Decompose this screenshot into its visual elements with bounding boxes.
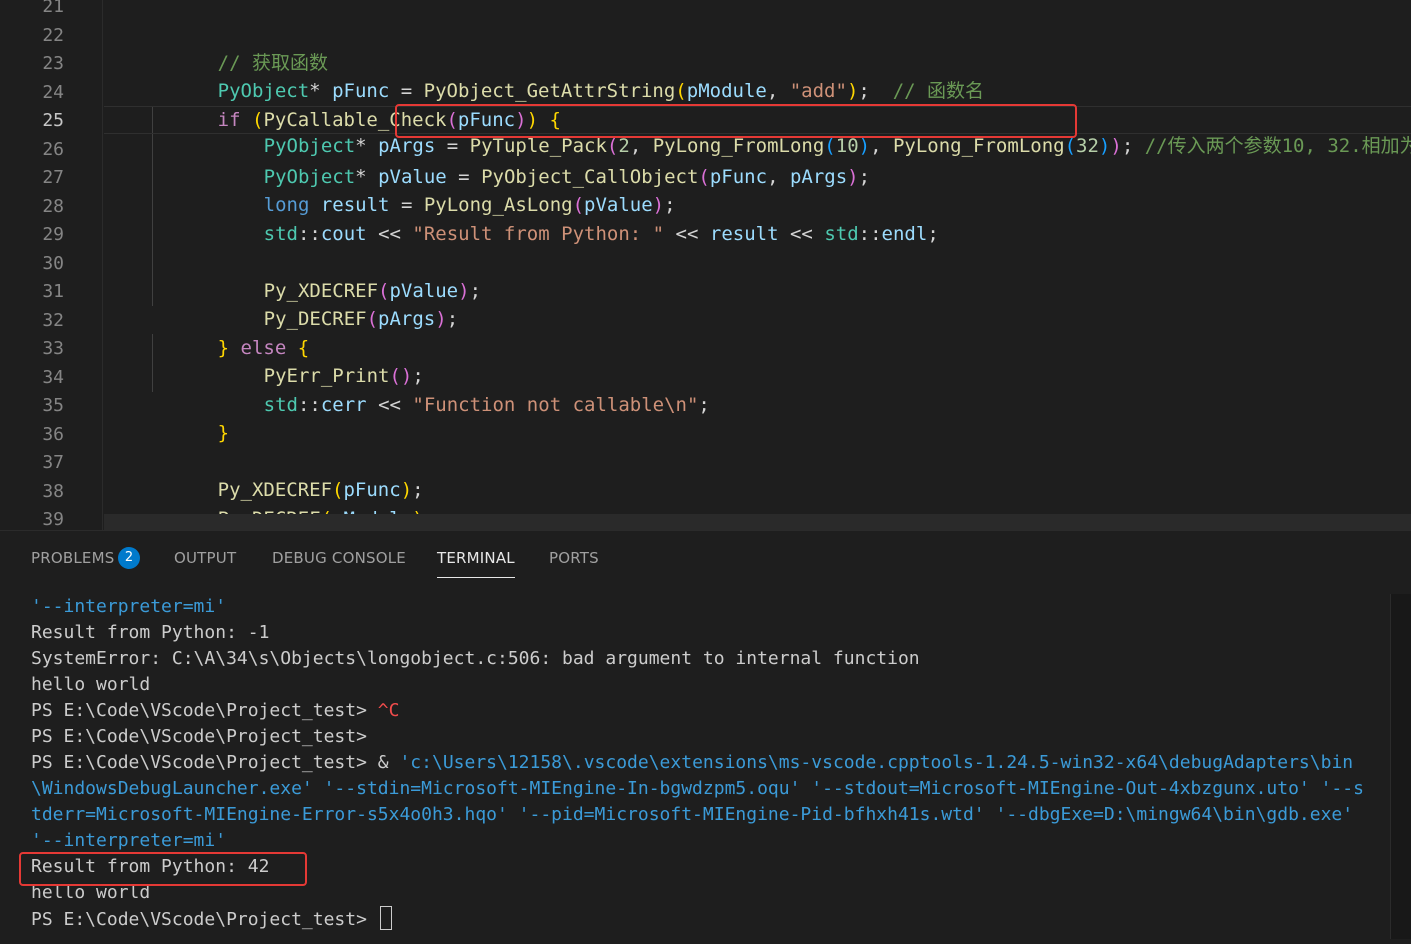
line-number: 33 (42, 338, 64, 359)
terminal-text: SystemError: C:\A\34\s\Objects\longobjec… (31, 648, 920, 669)
code-line-24: if (PyCallable_Check(pFunc)) { (217, 109, 561, 131)
code-line-31: Py_DECREF(pArgs); (263, 308, 459, 330)
code-line-22: // 获取函数 (104, 21, 1411, 74)
code-line-28: std::cout << "Result from Python: " << r… (263, 223, 939, 245)
line-number: 23 (42, 53, 64, 74)
terminal-line: Result from Python: 42 (31, 854, 269, 880)
code-line-25: PyObject* pArgs = PyTuple_Pack(2, PyLong… (104, 106, 1411, 157)
code-token: std (263, 223, 298, 245)
tab-ports[interactable]: PORTS (549, 549, 599, 567)
code-token: cout (320, 223, 367, 245)
line-number: 27 (42, 167, 64, 188)
terminal-text: tderr=Microsoft-MIEngine-Error-s5x4o0h3.… (31, 804, 1354, 825)
terminal-scrollbar[interactable] (1390, 594, 1411, 939)
active-tab-indicator (437, 577, 515, 578)
code-token: result (709, 223, 779, 245)
code-line-33: PyErr_Print(); (263, 365, 424, 387)
code-area[interactable]: // 获取函数 PyObject* pFunc = PyObject_GetAt… (104, 0, 1411, 530)
terminal-text: '--interpreter=mi' (31, 596, 227, 617)
terminal-operator: & (366, 752, 400, 773)
code-token: :: (297, 223, 321, 245)
line-number: 30 (42, 252, 64, 274)
line-number: 21 (42, 0, 64, 17)
terminal-line: hello world (31, 880, 150, 906)
terminal-prompt: PS E:\Code\VScode\Project_test> (31, 909, 367, 930)
tab-problems[interactable]: PROBLEMS (31, 549, 114, 567)
line-number-gutter: 21 22 23 24 25 26 27 28 29 30 31 32 33 34 35 36 37 38 39 (0, 0, 103, 530)
line-number: 22 (42, 24, 64, 46)
terminal-line: '--interpreter=mi' (31, 594, 226, 620)
terminal-line: SystemError: C:\A\34\s\Objects\longobjec… (31, 646, 920, 672)
problems-count-badge: 2 (118, 547, 140, 569)
code-editor[interactable]: 21 22 23 24 25 26 27 28 29 30 31 32 33 34 35 36 37 38 39 /… (0, 0, 1411, 530)
horizontal-scrollbar[interactable] (104, 514, 1411, 530)
terminal-line: \WindowsDebugLauncher.exe' '--stdin=Micr… (31, 776, 1364, 802)
tab-output[interactable]: OUTPUT (174, 549, 236, 567)
terminal-text: hello world (31, 674, 151, 695)
code-line-35: } (217, 422, 230, 444)
line-number: 38 (42, 480, 64, 502)
line-number: 24 (42, 81, 64, 103)
line-number: 39 (42, 509, 64, 530)
line-number: 37 (42, 452, 64, 473)
code-token: << (378, 223, 401, 245)
code-token: endl (881, 223, 928, 245)
line-number: 35 (42, 395, 64, 416)
tab-terminal[interactable]: TERMINAL (437, 549, 515, 567)
line-number: 32 (42, 309, 64, 331)
code-line-26: PyObject* pValue = PyObject_CallObject(p… (263, 166, 871, 188)
terminal-text: hello world (31, 882, 151, 903)
terminal-line: PS E:\Code\VScode\Project_test> (31, 724, 378, 750)
terminal-command: ^C (377, 700, 400, 721)
terminal-command: 'c:\Users\12158\.vscode\extensions\ms-vs… (399, 752, 1354, 773)
terminal-text: \WindowsDebugLauncher.exe' '--stdin=Micr… (31, 778, 1364, 799)
panel-tabs: PROBLEMS 2 OUTPUT DEBUG CONSOLE TERMINAL… (0, 531, 1411, 586)
code-line-23: PyObject* pFunc = PyObject_GetAttrString… (217, 80, 985, 102)
terminal-prompt: PS E:\Code\VScode\Project_test> (31, 700, 367, 721)
line-number: 26 (42, 138, 64, 160)
code-line-38: Py_DECREF(pModule); (104, 477, 1411, 530)
line-number: 36 (42, 423, 64, 445)
code-line-27: long result = PyLong_AsLong(pValue); (263, 194, 676, 216)
code-line-30: Py_XDECREF(pValue); (263, 280, 482, 302)
terminal-prompt: PS E:\Code\VScode\Project_test> (31, 752, 367, 773)
terminal-text: '--interpreter=mi' (31, 830, 227, 851)
terminal-line: PS E:\Code\VScode\Project_test> ^C (31, 698, 399, 724)
code-line-34: std::cerr << "Function not callable\n"; (263, 394, 710, 416)
terminal-text: Result from Python: -1 (31, 622, 270, 643)
line-number: 25 (42, 110, 64, 131)
terminal-line: '--interpreter=mi' (31, 828, 226, 854)
line-number: 34 (42, 366, 64, 388)
code-line-37: Py_XDECREF(pFunc); (217, 479, 424, 501)
terminal-text: Result from Python: 42 (31, 856, 270, 877)
line-number: 29 (42, 224, 64, 245)
terminal-line: hello world (31, 672, 150, 698)
line-number: 31 (42, 281, 64, 302)
terminal-line: Result from Python: -1 (31, 620, 269, 646)
terminal-line: PS E:\Code\VScode\Project_test> & 'c:\Us… (31, 750, 1353, 776)
terminal-line: tderr=Microsoft-MIEngine-Error-s5x4o0h3.… (31, 802, 1353, 828)
bottom-panel: PROBLEMS 2 OUTPUT DEBUG CONSOLE TERMINAL… (0, 530, 1411, 944)
tab-debug-console[interactable]: DEBUG CONSOLE (272, 549, 406, 567)
terminal-line: PS E:\Code\VScode\Project_test> (31, 906, 392, 932)
terminal-cursor (379, 906, 392, 930)
terminal-prompt: PS E:\Code\VScode\Project_test> (31, 726, 367, 747)
line-number: 28 (42, 195, 64, 217)
code-line-32: } else { (217, 337, 310, 359)
code-token: "Result from Python: " (412, 223, 665, 245)
